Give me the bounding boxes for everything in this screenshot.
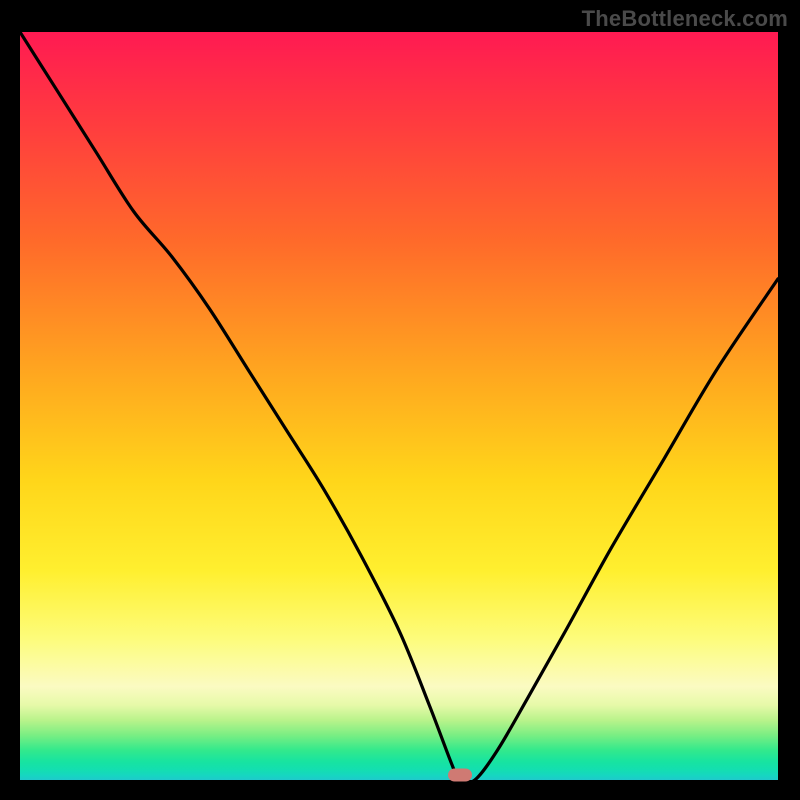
- optimal-marker: [448, 769, 472, 782]
- bottleneck-curve: [20, 32, 778, 780]
- plot-area: [20, 32, 778, 780]
- chart-container: TheBottleneck.com: [0, 0, 800, 800]
- watermark-label: TheBottleneck.com: [582, 6, 788, 32]
